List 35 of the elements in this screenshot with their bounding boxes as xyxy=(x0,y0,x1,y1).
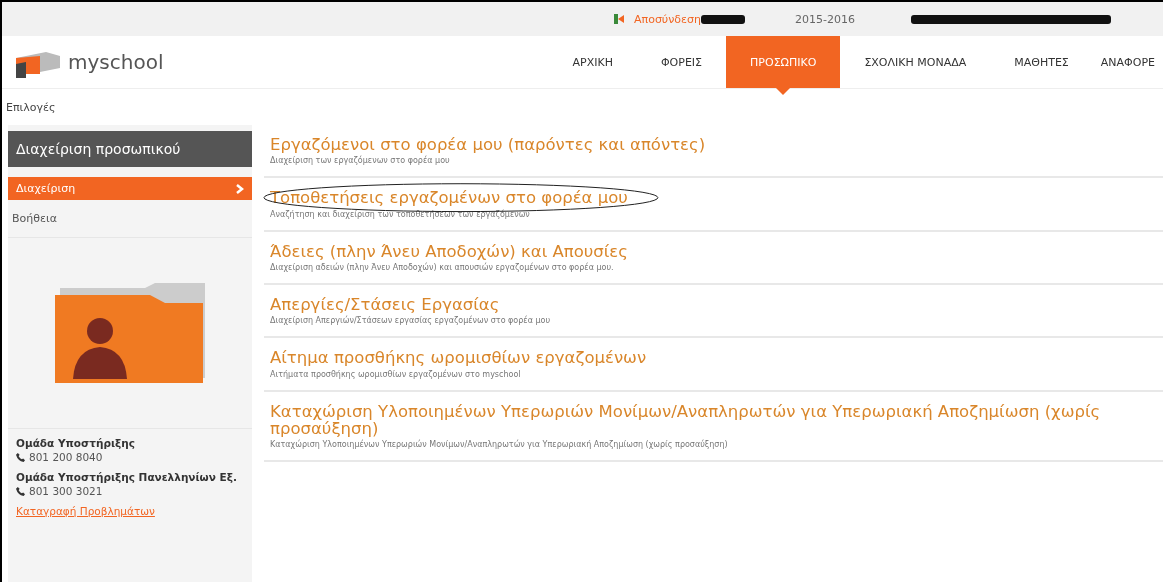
menu-description: Διαχείριση Απεργιών/Στάσεων εργασίας εργαζομένων στο φορέα μου xyxy=(270,316,552,326)
report-link[interactable]: Καταγραφή Προβλημάτων xyxy=(8,497,252,525)
menu-description: Αναζήτηση και διαχείριση των τοποθετήσεων των εργαζόμενων xyxy=(270,209,531,219)
nav-tab[interactable]: ΑΝΑΦΟΡΕ xyxy=(1092,36,1163,88)
logo-text[interactable]: myschool xyxy=(68,50,164,74)
menu-description: Διαχείριση των εργαζόμενων στο φορέα μου xyxy=(270,156,451,166)
breadcrumb: Επιλογές xyxy=(6,100,56,114)
nav-tab[interactable]: ΑΡΧΙΚΗ xyxy=(548,36,637,88)
menu-description: Καταχώριση Υλοποιημένων Υπερωριών Μονίμων/Αναπληρωτών για Υπερωριακή Αποζημίωση (χωρίς προσαύξηση) xyxy=(270,440,729,450)
nav-tab[interactable]: ΦΟΡΕΙΣ xyxy=(636,36,727,88)
phone-number: 801 200 8040 xyxy=(29,451,103,463)
menu-link[interactable]: Αίτημα προσθήκης ωρομισθίων εργαζομένων xyxy=(270,349,647,367)
menu-link[interactable]: Καταχώριση Υλοποιημένων Υπερωριών Μονίμων/Αναπληρωτών για Υπερωριακή Αποζημίωση (χωρίς προσαύξηση) xyxy=(270,402,1163,438)
logout-icon xyxy=(614,14,624,24)
contact-name: Ομάδα Υποστήριξης Πανελληνίων Εξ. xyxy=(16,471,238,483)
folder-person-icon xyxy=(55,283,205,383)
sidebar-item[interactable]: Διαχείριση xyxy=(8,177,252,200)
nav-tab[interactable]: ΜΑΘΗΤΕΣ xyxy=(990,36,1093,88)
logout-link[interactable]: Αποσύνδεση xyxy=(634,12,701,26)
menu-description: Αιτήματα προσθήκης ωρομισθίων εργαζομένων στο myschool xyxy=(270,369,522,379)
phone-number: 801 300 3021 xyxy=(29,485,103,497)
nav-tab[interactable]: ΣΧΟΛΙΚΗ ΜΟΝΑΔΑ xyxy=(840,36,991,88)
phone-icon xyxy=(16,486,25,496)
contact-name: Ομάδα Υποστήριξης xyxy=(16,437,136,449)
tab-pointer xyxy=(776,88,791,95)
phone-icon xyxy=(16,452,25,462)
menu-link[interactable]: Εργαζόμενοι στο φορέα μου (παρόντες και απόντες) xyxy=(270,136,706,154)
menu-link[interactable]: Απεργίες/Στάσεις Εργασίας xyxy=(270,295,500,314)
redacted-mark xyxy=(701,14,745,24)
menu-link[interactable]: Άδειες (πλην Άνευ Αποδοχών) και Απουσίες xyxy=(270,242,628,260)
sidebar-item[interactable]: Βοήθεια xyxy=(8,200,252,238)
sidebar-title: Διαχείριση προσωπικού xyxy=(8,131,252,167)
school-year: 2015-2016 xyxy=(795,12,855,26)
chevron-icon xyxy=(236,183,244,194)
menu-description: Διαχείριση αδειών (πλην Άνευ Αποδοχών) και απουσιών εργαζομένων στο φορέα μου. xyxy=(270,262,615,272)
